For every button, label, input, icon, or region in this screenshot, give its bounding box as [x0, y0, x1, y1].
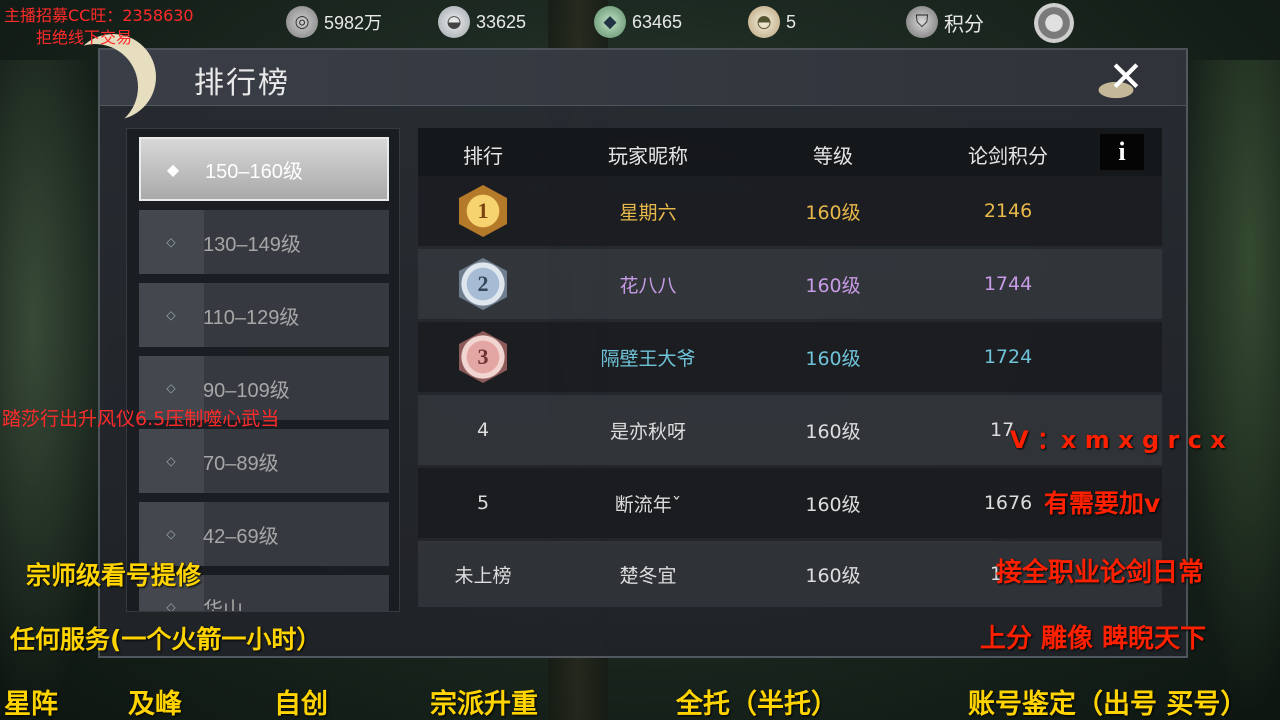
rank-cell: 2 [418, 249, 548, 319]
table-header: 排行 玩家昵称 等级 论剑积分 i [418, 128, 1162, 176]
silver-ingot-icon: ◒ [438, 6, 470, 38]
gold-ingot-icon: ◓ [748, 6, 780, 38]
score-badge-icon: ⛉ [906, 6, 938, 38]
player-score: 1724 [983, 346, 1033, 368]
player-name: 楚冬宜 [619, 564, 677, 587]
player-rank: 4 [476, 419, 490, 441]
close-icon: ✕ [1108, 51, 1144, 101]
resource-coin-value: 5982万 [324, 13, 383, 33]
player-level: 160级 [805, 347, 861, 370]
jade-icon: ◆ [594, 6, 626, 38]
diamond-icon: ◆ [166, 159, 180, 179]
settings-gear-icon[interactable] [1034, 3, 1074, 43]
header-score: 论剑积分 [968, 144, 1048, 168]
coin-icon: ◎ [286, 6, 318, 38]
silver-medal-icon: 2 [459, 258, 507, 310]
tier-label: 150–160级 [205, 160, 303, 183]
tier-label: 130–149级 [203, 233, 301, 256]
tier-item-150-160[interactable]: ◆ 150–160级 [139, 137, 389, 201]
tier-item-130-149[interactable]: ◇ 130–149级 [139, 210, 389, 274]
resource-silver[interactable]: ◒ 33625 [438, 6, 526, 38]
overlay-daily-service: 接全职业论剑日常 [996, 558, 1205, 588]
diamond-icon: ◇ [166, 381, 176, 395]
overlay-service-1: 宗师级看号提修 [26, 561, 202, 590]
player-name: 星期六 [619, 201, 677, 224]
player-level: 160级 [805, 201, 861, 224]
diamond-icon: ◇ [166, 454, 176, 468]
player-level: 160级 [805, 564, 861, 587]
player-level: 160级 [805, 420, 861, 443]
tier-list[interactable]: ◆ 150–160级 ◇ 130–149级 ◇ 110–129级 ◇ 90–10… [126, 128, 400, 612]
resource-coin[interactable]: ◎ 5982万 [286, 6, 382, 38]
tier-item-70-89[interactable]: ◇ 70–89级 [139, 429, 389, 493]
header-rank: 排行 [463, 144, 503, 168]
tier-item-110-129[interactable]: ◇ 110–129级 [139, 283, 389, 347]
overlay-menu-item: 及峰 [128, 689, 182, 720]
overlay-contact: V ：x m x g r c x [1010, 426, 1226, 454]
close-button[interactable]: ✕ [1090, 48, 1162, 104]
tier-label: 90–109级 [203, 379, 290, 402]
resource-jade[interactable]: ◆ 63465 [594, 6, 682, 38]
panel-title: 排行榜 [194, 66, 290, 101]
panel-header: 排行榜 [100, 50, 1186, 106]
resource-gold[interactable]: ◓ 5 [748, 6, 796, 38]
overlay-bottom-menu: 星阵 及峰 自创 宗派升重 全托（半托） 账号鉴定（出号 买号） [0, 682, 1280, 720]
player-name: 是亦秋呀 [609, 420, 686, 443]
player-level: 160级 [805, 274, 861, 297]
ranking-table: 排行 玩家昵称 等级 论剑积分 i 1 星期六 160级 2146 2 花八八 … [418, 128, 1162, 612]
table-row[interactable]: 1 星期六 160级 2146 [418, 176, 1162, 246]
tier-label: 华山 [203, 598, 243, 612]
resource-score-label: 积分 [944, 13, 984, 36]
overlay-menu-item: 全托（半托） [676, 689, 838, 720]
overlay-menu-item: 星阵 [4, 689, 58, 720]
resource-score[interactable]: ⛉ 积分 [906, 6, 984, 38]
overlay-menu-item: 宗派升重 [430, 689, 538, 720]
tier-label: 70–89级 [203, 452, 279, 475]
overlay-service-2: 任何服务(一个火箭一小时） [10, 625, 322, 654]
rank-cell: 1 [418, 176, 548, 246]
info-icon[interactable]: i [1100, 134, 1144, 170]
overlay-build-text: 踏莎行出升风仪6.5压制噬心武当 [2, 408, 280, 430]
overlay-recruit-text: 主播招募CC旺：2358630 [4, 6, 194, 25]
table-row[interactable]: 3 隔壁王大爷 160级 1724 [418, 322, 1162, 392]
resource-jade-value: 63465 [632, 11, 683, 32]
player-name: 花八八 [619, 274, 677, 297]
player-level: 160级 [805, 493, 861, 516]
diamond-icon: ◇ [166, 235, 176, 249]
overlay-add-v: 有需要加v [1044, 489, 1161, 518]
overlay-menu-item: 账号鉴定（出号 买号） [968, 689, 1248, 720]
resource-silver-value: 33625 [476, 11, 527, 32]
player-rank: 5 [476, 492, 490, 514]
header-level: 等级 [813, 144, 853, 168]
tier-label: 42–69级 [203, 525, 279, 548]
player-name: 隔壁王大爷 [600, 347, 696, 370]
tier-label: 110–129级 [203, 306, 300, 329]
table-row[interactable]: 2 花八八 160级 1744 [418, 249, 1162, 319]
player-score: 2146 [983, 200, 1033, 222]
diamond-icon: ◇ [166, 527, 176, 541]
diamond-icon: ◇ [166, 308, 176, 322]
bronze-medal-icon: 3 [459, 331, 507, 383]
player-name: 断流年ˇ [614, 493, 682, 516]
player-rank: 未上榜 [454, 564, 512, 587]
player-score: 1744 [983, 273, 1033, 295]
rank-cell: 3 [418, 322, 548, 392]
overlay-rank-up: 上分 雕像 睥睨天下 [980, 624, 1207, 654]
overlay-menu-item: 自创 [274, 689, 328, 720]
overlay-offline-text: 拒绝线下交易 [36, 28, 133, 47]
resource-gold-value: 5 [786, 11, 797, 32]
gold-medal-icon: 1 [459, 185, 507, 237]
header-name: 玩家昵称 [608, 144, 688, 168]
diamond-icon: ◇ [166, 600, 176, 612]
